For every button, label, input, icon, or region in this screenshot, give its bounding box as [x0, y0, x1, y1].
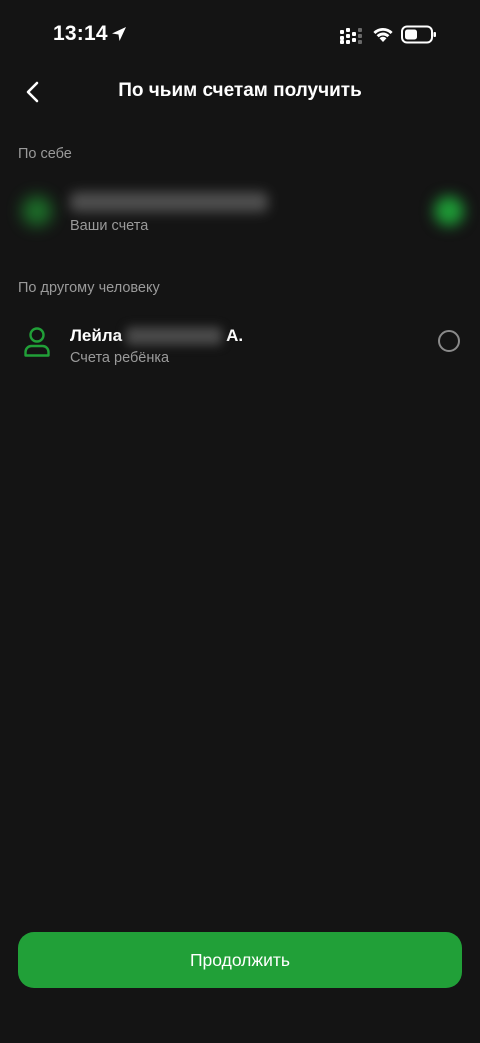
battery-icon	[401, 25, 436, 44]
screen: 13:14 По чьим счетам получить По себе Ва…	[0, 0, 480, 1043]
child-initial: А.	[226, 326, 244, 345]
self-subtitle: Ваши счета	[70, 218, 149, 234]
location-arrow-icon	[112, 27, 126, 41]
account-option-child[interactable]: Лейла А. Счета ребёнка	[0, 312, 480, 376]
child-first-name: Лейла	[70, 326, 123, 345]
selected-check-icon[interactable]	[434, 196, 464, 226]
page-title: По чьим счетам получить	[118, 80, 362, 101]
cellular-signal-icon	[340, 28, 362, 44]
status-time: 13:14	[53, 22, 108, 45]
child-subtitle: Счета ребёнка	[70, 350, 170, 366]
child-name: Лейла А.	[70, 326, 243, 346]
person-icon	[24, 327, 50, 357]
section-label-other: По другому человеку	[18, 280, 160, 296]
blurred-surname	[126, 327, 223, 345]
blurred-avatar	[22, 196, 52, 226]
account-option-self[interactable]: Ваши счета	[0, 180, 480, 244]
blurred-name	[70, 192, 268, 212]
section-label-self: По себе	[18, 146, 72, 162]
continue-button[interactable]: Продолжить	[18, 932, 462, 988]
wifi-icon	[373, 27, 393, 42]
radio-button[interactable]	[438, 330, 460, 352]
status-bar: 13:14	[0, 0, 480, 70]
